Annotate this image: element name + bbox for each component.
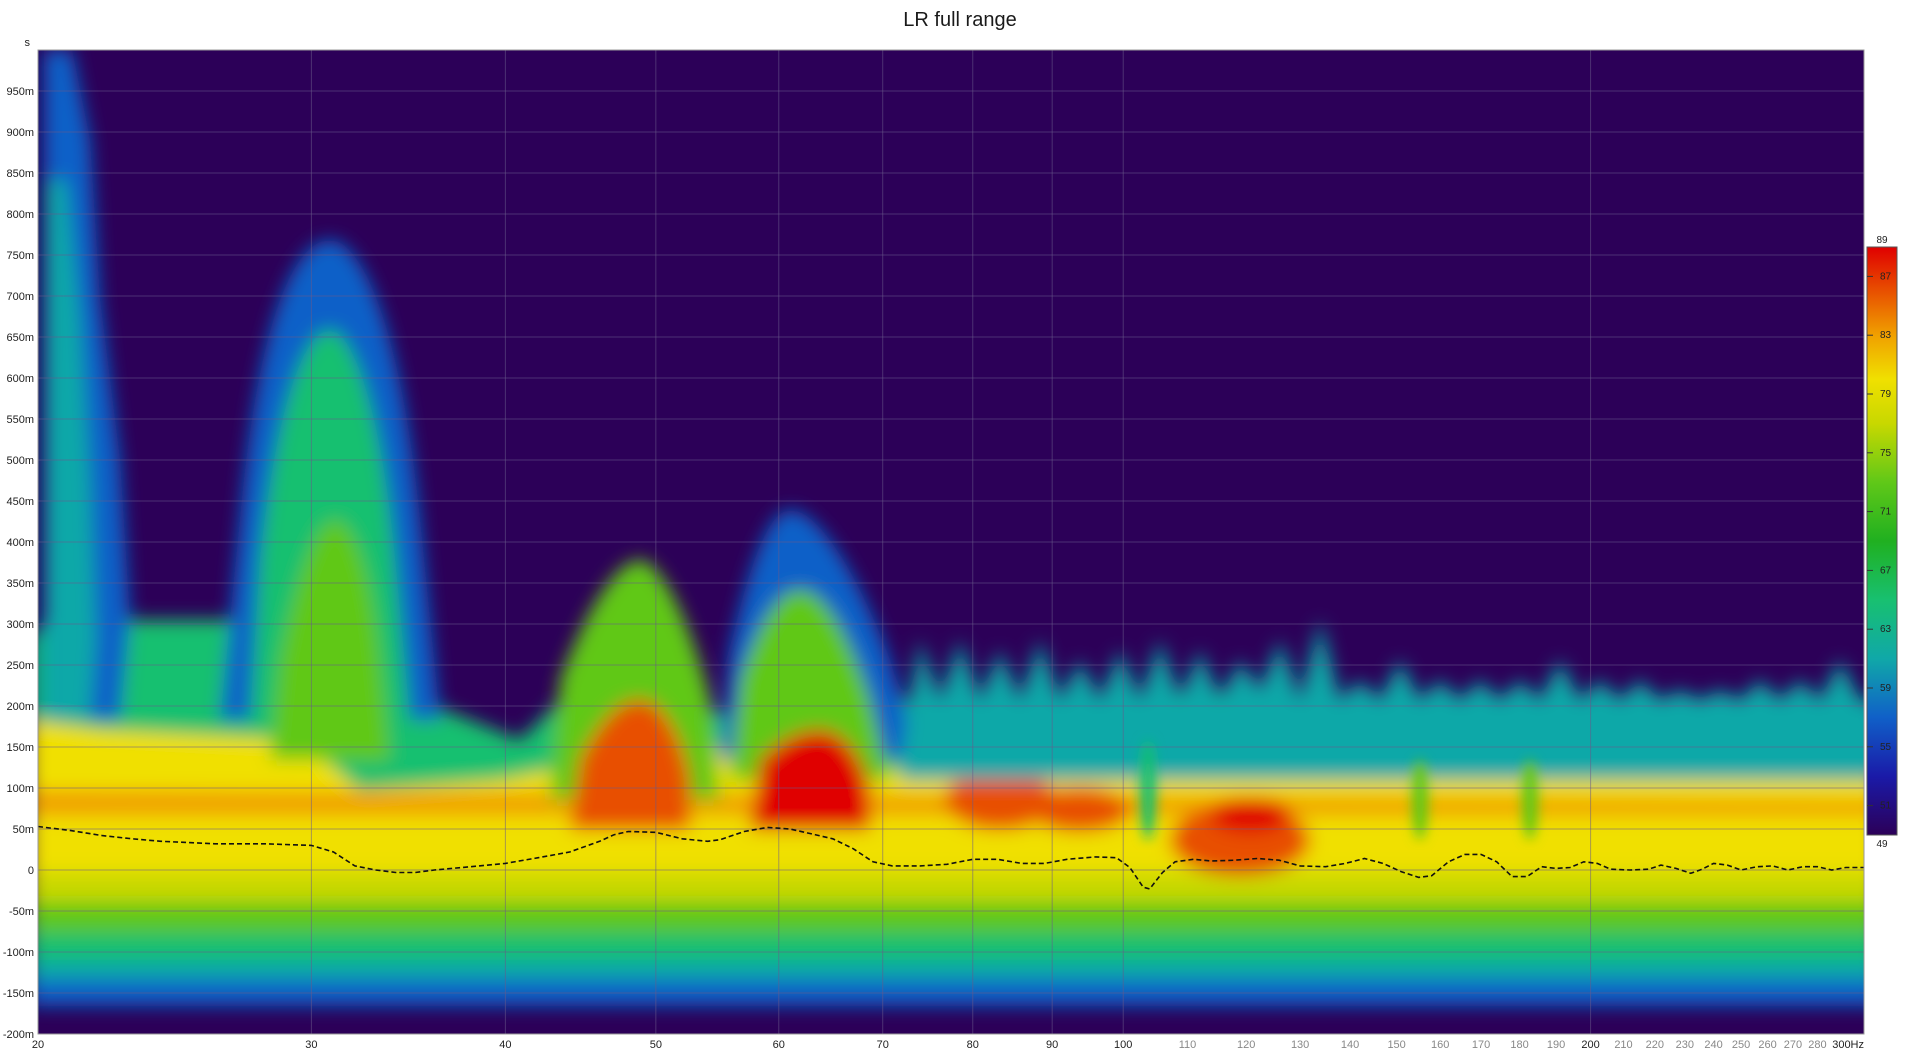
- colorbar-tick-label: 67: [1880, 565, 1892, 576]
- y-tick-label: -200m: [3, 1029, 34, 1041]
- x-tick-label: 50: [650, 1039, 662, 1051]
- chart-stage: LR full range s 950m 900m 850m 800m 750m…: [0, 0, 1920, 1051]
- colorbar-tick-label: 63: [1880, 624, 1892, 635]
- x-tick-label: 40: [499, 1039, 511, 1051]
- y-tick-label: 950m: [6, 86, 34, 98]
- x-tick-label-minor: 140: [1341, 1039, 1359, 1051]
- colorbar-tick-label: 51: [1880, 801, 1892, 812]
- heatmap-band-green: [38, 900, 1864, 932]
- y-tick-label: 350m: [6, 578, 34, 590]
- y-tick-label: 850m: [6, 168, 34, 180]
- y-tick-label: 900m: [6, 127, 34, 139]
- y-tick-label: 450m: [6, 496, 34, 508]
- heatmap-hotspot-125hz: [1210, 797, 1290, 833]
- y-tick-label: 750m: [6, 250, 34, 262]
- colorbar-tick-label: 75: [1880, 448, 1892, 459]
- y-tick-label: 100m: [6, 783, 34, 795]
- colorbar-tick-label: 55: [1880, 742, 1892, 753]
- x-tick-label: 30: [305, 1039, 317, 1051]
- heatmap-band-yellowgreen: [38, 870, 1864, 902]
- y-tick-label: 150m: [6, 742, 34, 754]
- y-tick-label: 400m: [6, 537, 34, 549]
- heatmap-notch-104hz: [1140, 740, 1156, 840]
- x-tick-label: 80: [967, 1039, 979, 1051]
- x-tick-label: 90: [1046, 1039, 1058, 1051]
- heatmap-band-teal: [38, 930, 1864, 960]
- y-tick-label: 500m: [6, 455, 34, 467]
- x-tick-label: 60: [773, 1039, 785, 1051]
- heatmap-hotspot-90hz: [1030, 788, 1130, 832]
- x-tick-label-minor: 260: [1758, 1039, 1776, 1051]
- x-axis-ticks: 20 30 40 50 60 70 80 90 100 200 300Hz 110 120 130 140 1…: [32, 1039, 1864, 1051]
- x-tick-label-minor: 210: [1614, 1039, 1632, 1051]
- y-tick-label: 700m: [6, 291, 34, 303]
- chart-title: LR full range: [903, 9, 1016, 31]
- heatmap-notch-180hz: [1522, 760, 1538, 840]
- x-tick-label-minor: 190: [1547, 1039, 1565, 1051]
- y-tick-label: -50m: [9, 906, 34, 918]
- colorbar-tick-label: 49: [1876, 839, 1888, 850]
- x-tick-label-minor: 170: [1472, 1039, 1490, 1051]
- x-tick-label: 20: [32, 1039, 44, 1051]
- x-tick-label: 70: [877, 1039, 889, 1051]
- y-tick-label: 300m: [6, 619, 34, 631]
- y-tick-label: -100m: [3, 947, 34, 959]
- y-tick-label: 600m: [6, 373, 34, 385]
- x-tick-label-minor: 230: [1676, 1039, 1694, 1051]
- x-tick-label-minor: 180: [1510, 1039, 1528, 1051]
- y-axis-unit: s: [25, 37, 31, 49]
- colorbar-tick-label: 71: [1880, 507, 1892, 518]
- heatmap-band-cyan: [38, 958, 1864, 980]
- y-tick-label: 800m: [6, 209, 34, 221]
- colorbar-tick-label: 79: [1880, 389, 1892, 400]
- x-tick-label-minor: 240: [1704, 1039, 1722, 1051]
- x-tick-label-minor: 120: [1237, 1039, 1255, 1051]
- x-tick-label-minor: 270: [1784, 1039, 1802, 1051]
- y-tick-label: 0: [28, 865, 34, 877]
- y-tick-label: 550m: [6, 414, 34, 426]
- x-tick-label-minor: 250: [1732, 1039, 1750, 1051]
- x-tick-label: 300Hz: [1832, 1039, 1864, 1051]
- y-tick-label: 200m: [6, 701, 34, 713]
- x-tick-label: 200: [1581, 1039, 1599, 1051]
- x-tick-label-minor: 110: [1179, 1039, 1197, 1051]
- x-tick-label-minor: 130: [1291, 1039, 1309, 1051]
- colorbar-tick-label: 83: [1880, 330, 1892, 341]
- x-tick-label-minor: 280: [1808, 1039, 1826, 1051]
- colorbar-tick-label: 89: [1876, 235, 1888, 246]
- x-tick-label: 100: [1114, 1039, 1132, 1051]
- y-tick-label: -150m: [3, 988, 34, 1000]
- x-tick-label-minor: 220: [1646, 1039, 1664, 1051]
- spectrogram-chart: LR full range s 950m900m850m800m750m700m…: [3, 9, 1898, 1051]
- heatmap-notch-155hz: [1412, 760, 1428, 840]
- x-tick-label-minor: 150: [1387, 1039, 1405, 1051]
- colorbar-tick-label: 59: [1880, 683, 1892, 694]
- y-axis-ticks: 950m 900m 850m 800m 750m 700m 650m 600m 550m 500m…: [3, 86, 34, 1041]
- y-tick-label: 250m: [6, 660, 34, 672]
- x-tick-label-minor: 160: [1431, 1039, 1449, 1051]
- y-tick-label: 650m: [6, 332, 34, 344]
- heatmap-band-blue: [38, 976, 1864, 1006]
- colorbar-tick-label: 87: [1880, 271, 1892, 282]
- y-tick-label: 50m: [13, 824, 34, 836]
